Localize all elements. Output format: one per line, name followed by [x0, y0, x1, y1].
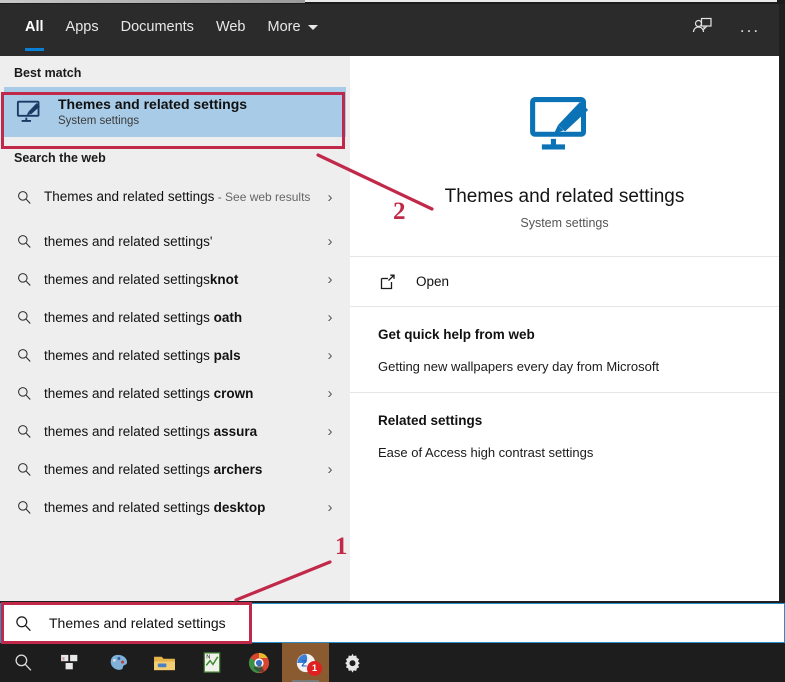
annotation-arrow-1: [234, 560, 332, 602]
windows-search-window: All Apps Documents Web More ... Best mat…: [0, 0, 785, 682]
